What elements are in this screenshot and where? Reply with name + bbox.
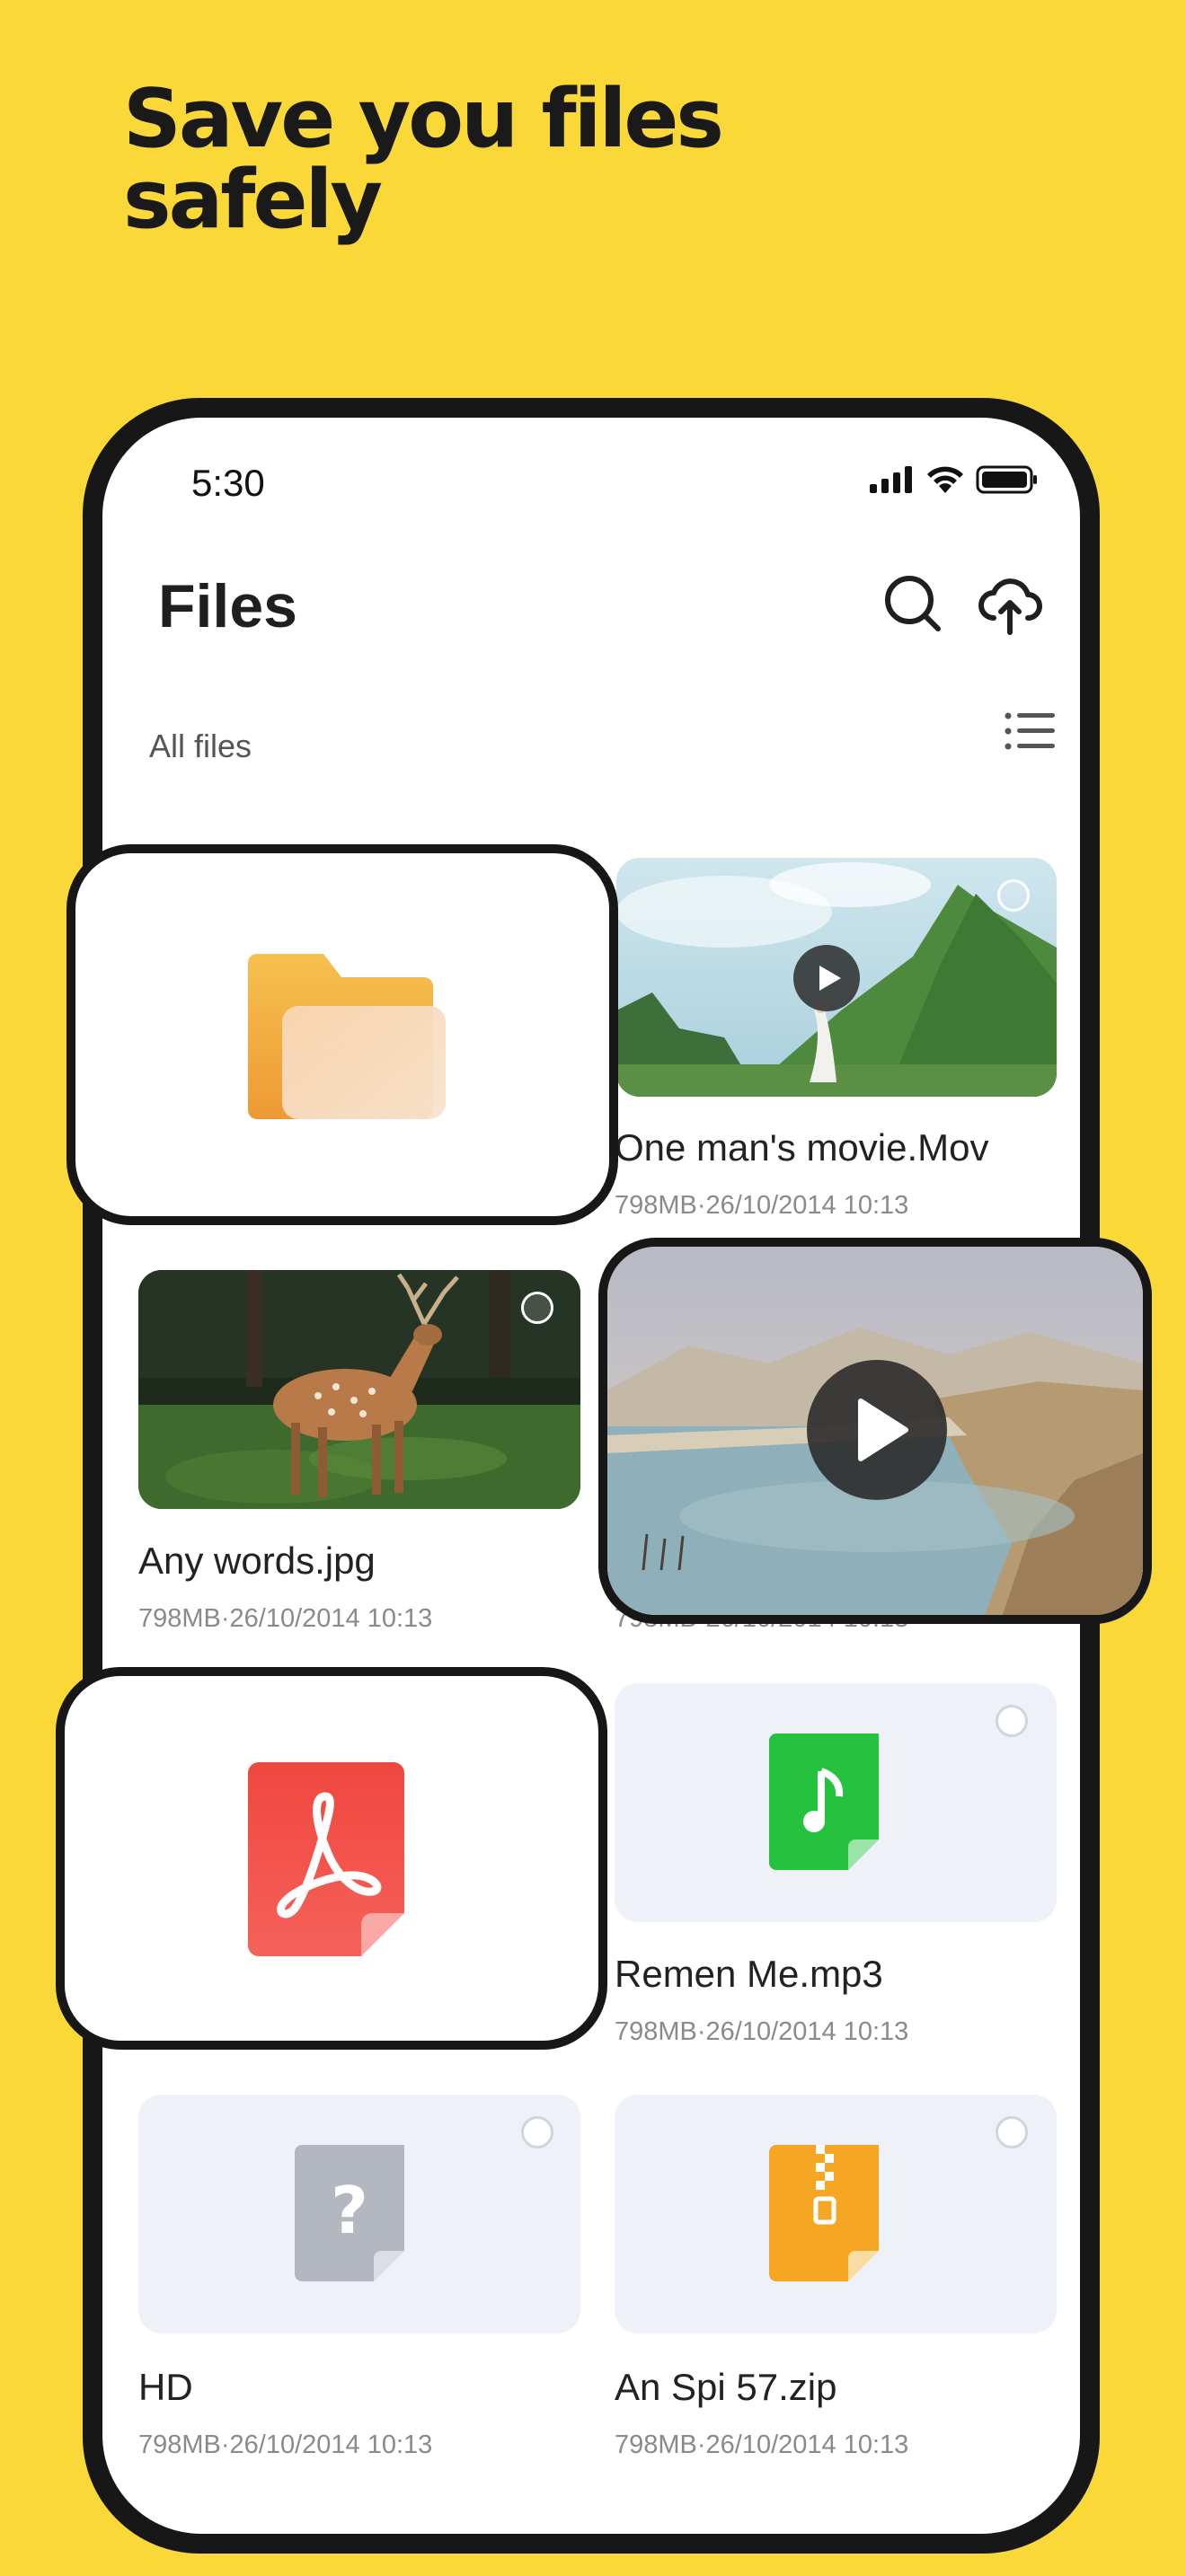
file-meta: 798MB·26/10/2014 10:13 <box>138 2430 433 2459</box>
search-icon[interactable] <box>881 571 945 636</box>
folder-card-highlight[interactable] <box>66 844 618 1225</box>
file-meta: 798MB·26/10/2014 10:13 <box>615 1191 909 1220</box>
file-thumbnail-audio[interactable] <box>615 1683 1057 1922</box>
headline-line-1: Save you files <box>123 72 724 166</box>
file-meta: 798MB·26/10/2014 10:13 <box>615 2430 909 2459</box>
play-icon[interactable] <box>792 944 861 1012</box>
zip-file-icon <box>769 2145 879 2281</box>
headline: Save you files safely <box>123 79 1111 241</box>
wifi-icon <box>927 466 963 493</box>
breadcrumb-all-files[interactable]: All files <box>149 728 252 765</box>
file-thumbnail-image[interactable] <box>138 1270 580 1509</box>
file-thumbnail-zip[interactable] <box>615 2095 1057 2333</box>
pdf-card-highlight[interactable] <box>56 1667 607 2050</box>
select-checkbox[interactable] <box>521 1292 553 1324</box>
file-thumbnail-movie[interactable] <box>616 858 1057 1097</box>
select-checkbox[interactable] <box>997 879 1030 912</box>
file-meta: 798MB·26/10/2014 10:13 <box>615 2017 909 2046</box>
status-time: 5:30 <box>191 462 265 504</box>
status-icons <box>870 465 1039 494</box>
select-checkbox[interactable] <box>521 2116 553 2148</box>
deer-image <box>138 1270 580 1509</box>
pdf-file-icon <box>248 1762 404 1956</box>
file-name: HD <box>138 2366 193 2408</box>
list-view-icon[interactable] <box>1005 711 1055 751</box>
play-icon[interactable] <box>807 1360 947 1500</box>
file-meta: 798MB·26/10/2014 10:13 <box>138 1604 433 1633</box>
folder-icon <box>248 954 446 1119</box>
file-name: An Spi 57.zip <box>615 2366 837 2408</box>
battery-icon <box>976 465 1037 494</box>
cloud-upload-icon[interactable] <box>978 571 1042 636</box>
svg-text:?: ? <box>331 2173 368 2248</box>
file-name: Remen Me.mp3 <box>615 1953 883 1995</box>
unknown-file-icon: ? <box>295 2145 404 2281</box>
video-card-highlight[interactable] <box>598 1238 1152 1624</box>
music-file-icon <box>769 1734 879 1870</box>
page-title: Files <box>158 572 297 640</box>
file-name: Any words.jpg <box>138 1539 376 1582</box>
signal-icon <box>870 466 912 493</box>
headline-line-2: safely <box>123 153 383 247</box>
file-thumbnail-unknown[interactable]: ? <box>138 2095 580 2333</box>
select-checkbox[interactable] <box>996 2116 1028 2148</box>
select-checkbox[interactable] <box>996 1705 1028 1737</box>
file-name: One man's movie.Mov <box>615 1126 989 1169</box>
